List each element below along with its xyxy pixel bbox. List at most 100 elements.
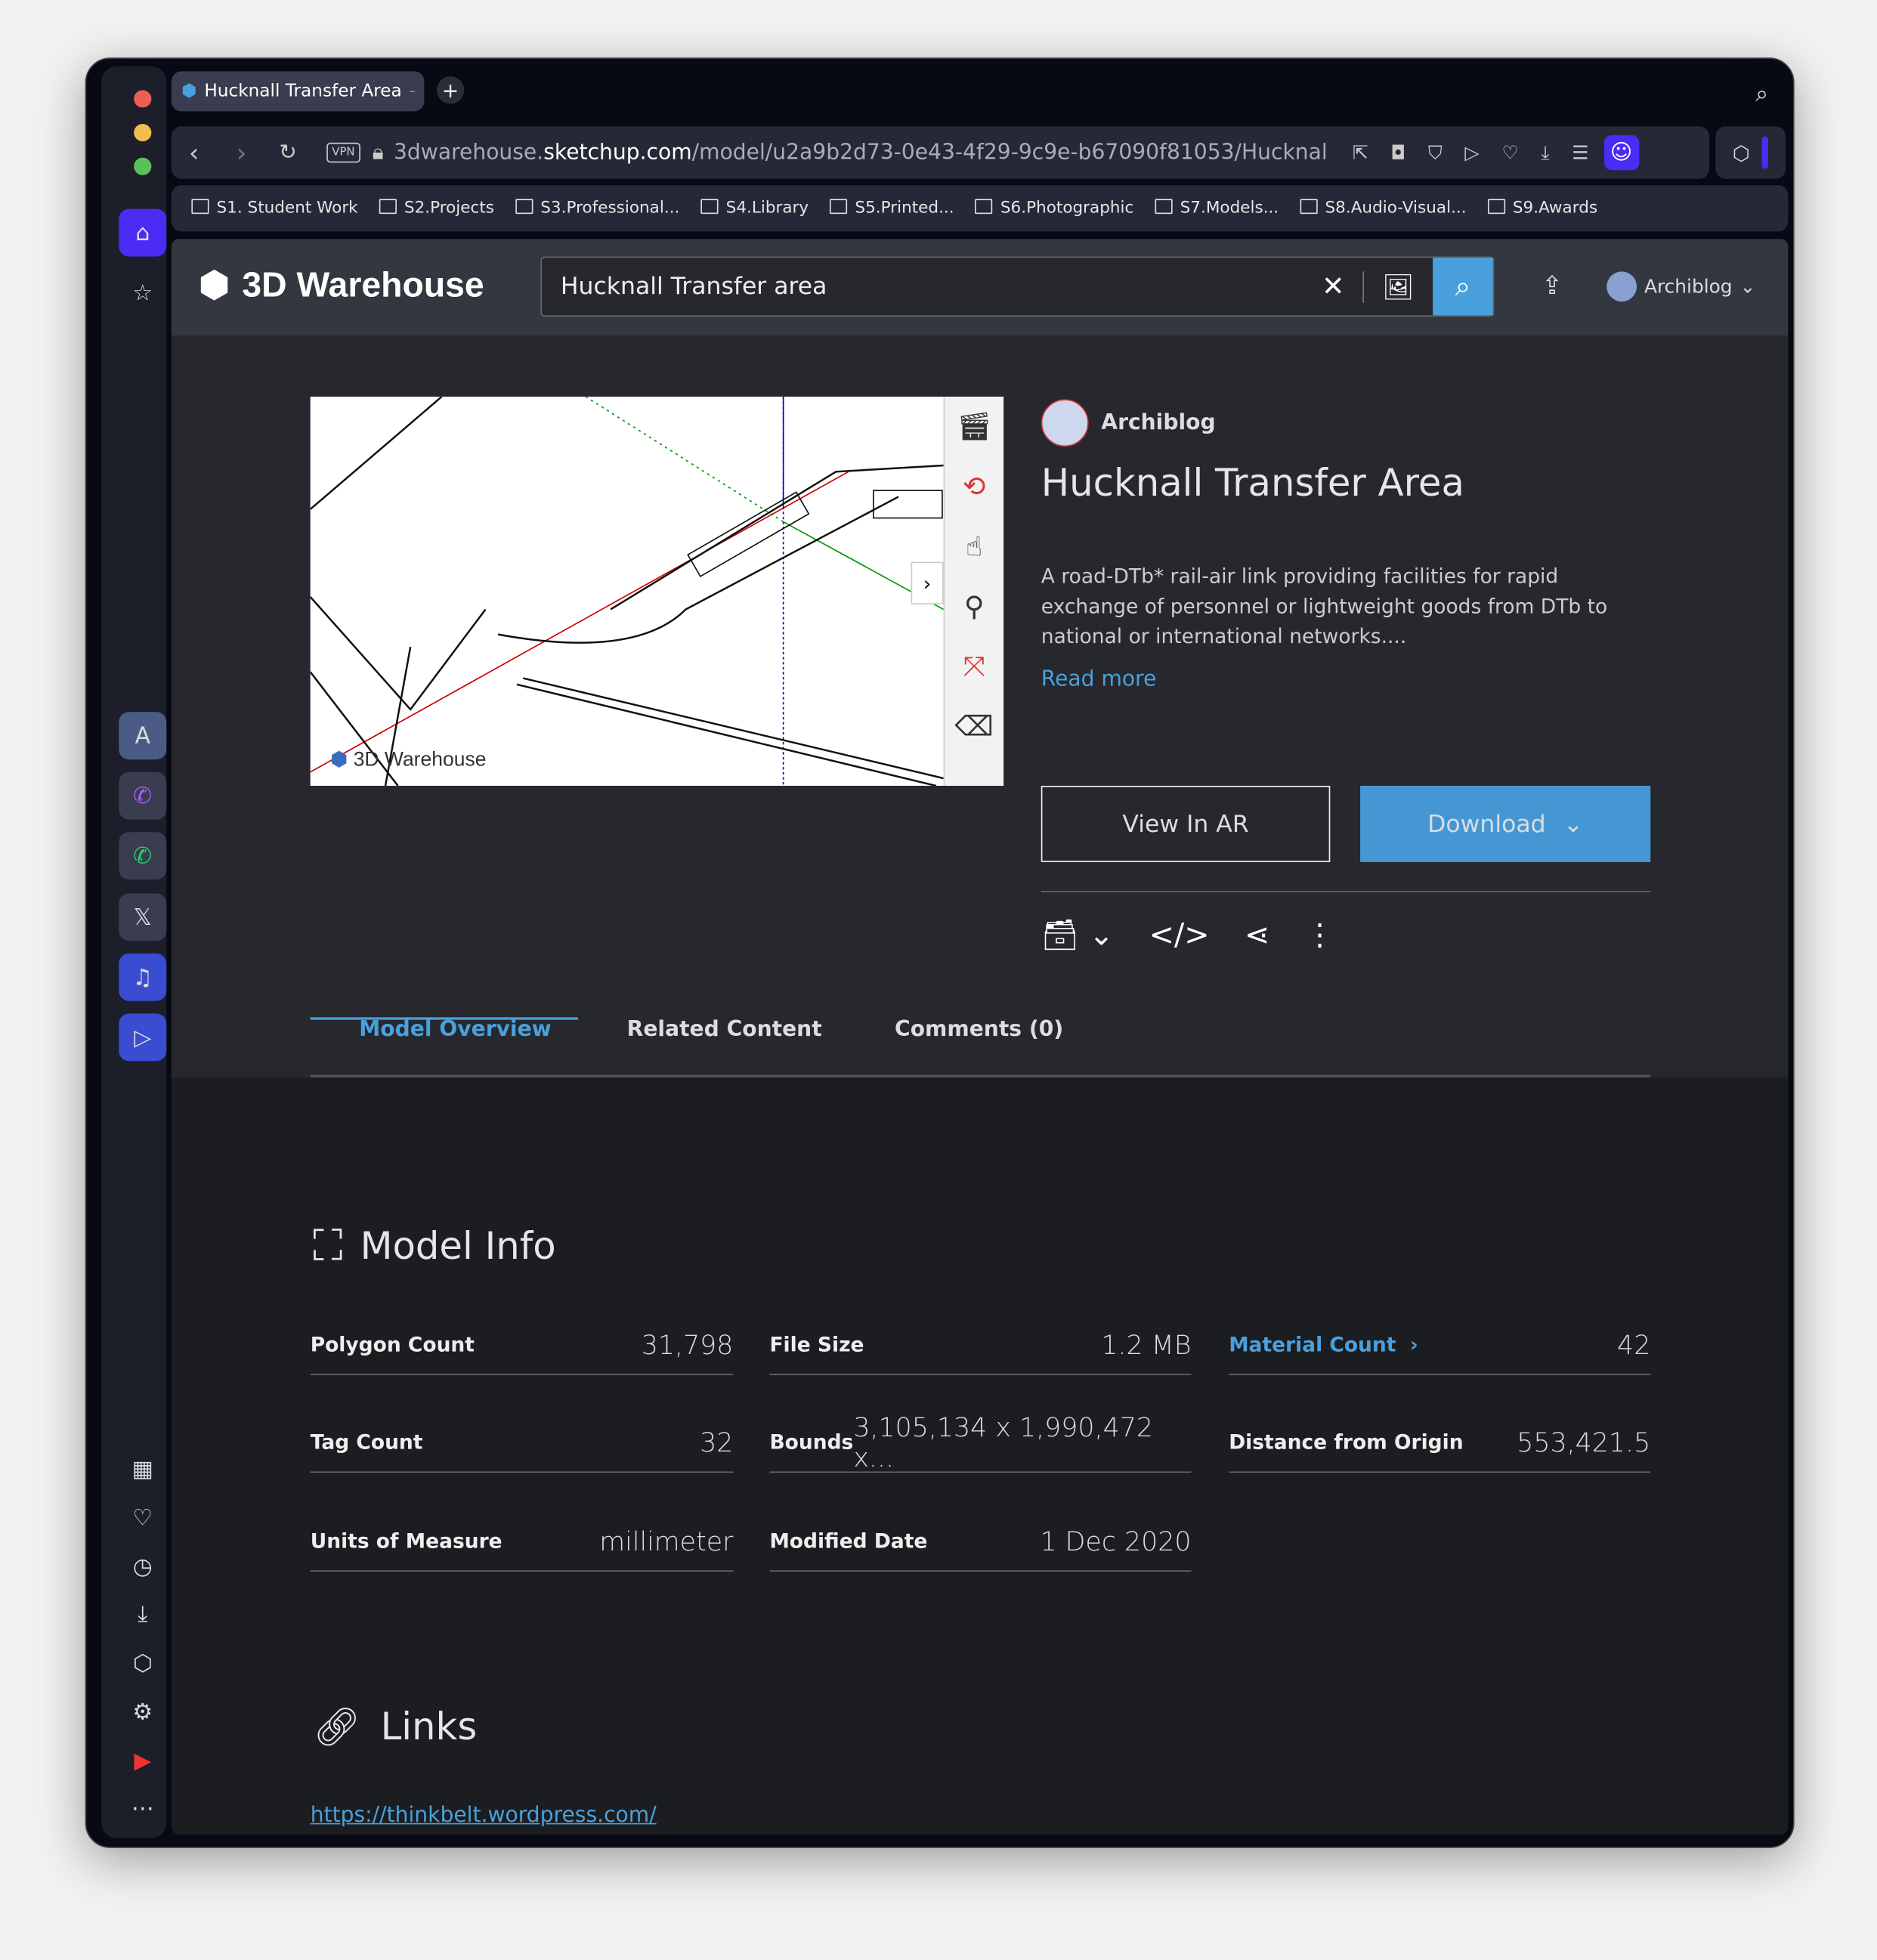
download-icon[interactable]: ⤓ [1541, 141, 1549, 164]
headphones-icon[interactable]: ♫ [119, 953, 167, 1001]
menu-icon[interactable]: ☰ [1572, 141, 1588, 164]
bookmark-folder[interactable]: S3.Professional... [515, 199, 679, 218]
bookmark-folder[interactable]: S2.Projects [379, 199, 494, 218]
close-window-button[interactable] [134, 90, 152, 108]
url-text[interactable]: 3dwarehouse.sketchup.com/model/u2a9b2d73… [394, 140, 1328, 165]
material-count-link[interactable]: Material Count › [1229, 1333, 1418, 1356]
download-icon[interactable]: ⤓ [119, 1591, 166, 1638]
search-button[interactable]: ⌕ [1433, 258, 1493, 316]
bookmark-folder[interactable]: S5.Printed... [830, 199, 954, 218]
more-options-icon[interactable]: ⋮ [1305, 917, 1335, 952]
warehouse-watermark: ⬢ 3D Warehouse [330, 749, 487, 771]
author-avatar [1041, 399, 1089, 447]
viewer-toolbar: 🎬︎ ⟲ ☝ ⚲ ⤧ ⌫ [943, 396, 1004, 786]
browser-window: ⌂ ☆ A ✆ ✆ 𝕏 ♫ ▷ ▦ ♡ ◷ ⤓ ⬡ ⚙ ▶ ⋯ ⬢ Hucknal… [85, 57, 1795, 1848]
bookmark-folder[interactable]: S6.Photographic [976, 199, 1133, 218]
cube-extension-icon[interactable]: ⬡ [1733, 141, 1750, 164]
orbit-icon[interactable]: ⟲ [945, 456, 1003, 516]
next-image-button[interactable]: › [911, 561, 944, 604]
address-bar[interactable]: ‹ › ↻ VPN 🔒︎ 3dwarehouse.sketchup.com/mo… [171, 126, 1710, 179]
web-page: ⬢3D Warehouse ✕ 🖼︎ ⌕ ⇪ Archiblog⌄ ⬢ 3 [171, 239, 1789, 1835]
heart-icon[interactable]: ♡ [1501, 141, 1518, 164]
bounding-box-icon: ⛶ [313, 1221, 343, 1272]
eraser-icon[interactable]: ⌫ [945, 697, 1003, 756]
camera-icon[interactable]: ◘ [1390, 141, 1405, 164]
back-icon[interactable]: ‹ [189, 138, 199, 168]
avatar [1606, 271, 1637, 302]
download-button[interactable]: Download ⌄ [1360, 785, 1651, 862]
info-label: Modified Date [769, 1529, 928, 1553]
bookmark-folder[interactable]: S1. Student Work [191, 199, 357, 218]
info-label: Polygon Count [310, 1332, 475, 1357]
heart-icon[interactable]: ♡ [119, 1494, 166, 1541]
settings-icon[interactable]: ⚙ [119, 1688, 166, 1736]
external-link[interactable]: https://thinkbelt.wordpress.com/ [311, 1803, 734, 1834]
whatsapp-icon[interactable]: ✆ [119, 832, 167, 880]
cube-icon[interactable]: ⬡ [119, 1639, 166, 1686]
history-icon[interactable]: ◷ [119, 1543, 166, 1591]
modified-date: 1 Dec 2020 [1040, 1526, 1192, 1557]
user-menu[interactable]: Archiblog ⌄ [1606, 271, 1755, 302]
profile-icon[interactable]: ☺ [1603, 134, 1639, 171]
tab-model-overview[interactable]: Model Overview [359, 1017, 551, 1042]
distance-from-origin: 553,421.5 [1517, 1427, 1651, 1458]
forward-icon[interactable]: › [237, 138, 246, 168]
bookmark-folder[interactable]: S7.Models... [1155, 199, 1279, 218]
info-label: File Size [769, 1332, 864, 1357]
clear-search-icon[interactable]: ✕ [1304, 271, 1364, 302]
bookmark-folder[interactable]: S9.Awards [1488, 199, 1597, 218]
image-search-icon[interactable]: 🖼︎ [1363, 271, 1433, 301]
site-header: ⬢3D Warehouse ✕ 🖼︎ ⌕ ⇪ Archiblog⌄ [171, 239, 1789, 335]
home-icon[interactable]: ⌂ [119, 209, 167, 257]
maximize-window-button[interactable] [134, 157, 152, 175]
model-drawing [310, 396, 945, 786]
tab-comments[interactable]: Comments (0) [895, 1017, 1063, 1042]
reload-icon[interactable]: ↻ [279, 140, 297, 165]
video-icon[interactable]: ▶ [119, 1737, 166, 1785]
collection-icon[interactable]: 🗃︎ ⌄ [1041, 917, 1114, 952]
read-more-link[interactable]: Read more [1041, 667, 1157, 692]
share-icon[interactable]: ⋖ [1245, 917, 1269, 952]
view-in-ar-button[interactable]: View In AR [1041, 785, 1331, 862]
scenes-icon[interactable]: 🎬︎ [945, 397, 1003, 456]
author[interactable]: Archiblog [1041, 399, 1216, 447]
vpn-badge[interactable]: VPN [326, 142, 360, 163]
shield-icon[interactable]: ⛉ [1428, 141, 1443, 164]
share-page-icon[interactable]: ⇱ [1353, 141, 1368, 164]
pan-icon[interactable]: ☝ [945, 517, 1003, 577]
tab-related-content[interactable]: Related Content [627, 1017, 822, 1042]
grid-icon[interactable]: ▦ [119, 1445, 166, 1493]
content-tabs: Model Overview Related Content Comments … [310, 990, 1651, 1077]
model-info-heading: ⛶ Model Info [313, 1221, 556, 1272]
x-icon[interactable]: 𝕏 [119, 893, 167, 941]
site-logo[interactable]: ⬢ 3D Warehouse [199, 264, 484, 305]
bookmark-folder[interactable]: S4.Library [701, 199, 809, 218]
send-icon[interactable]: ▷ [1464, 141, 1479, 164]
tag-count: 32 [700, 1427, 734, 1458]
app-icon[interactable]: A [119, 712, 167, 760]
link-icon: 🔗︎ [313, 1705, 361, 1750]
extension-area: ⬡ [1715, 126, 1786, 179]
model-preview[interactable]: ⬢ 3D Warehouse › 🎬︎ ⟲ ☝ ⚲ ⤧ ⌫ [310, 396, 1004, 786]
search-tabs-icon[interactable]: ⌕ [1755, 82, 1768, 108]
zoom-extents-icon[interactable]: ⤧ [945, 637, 1003, 697]
new-tab-button[interactable]: + [436, 76, 465, 104]
more-icon[interactable]: ⋯ [119, 1784, 166, 1832]
search-input[interactable] [542, 273, 1304, 301]
warehouse-logo-icon: ⬢ [199, 265, 230, 305]
messenger-icon[interactable]: ✆ [119, 771, 167, 820]
warehouse-favicon-icon: ⬢ [181, 81, 197, 102]
upload-icon[interactable]: ⇪ [1541, 271, 1563, 301]
browser-tab[interactable]: ⬢ Hucknall Transfer Area - [171, 71, 425, 112]
zoom-icon[interactable]: ⚲ [945, 577, 1003, 636]
info-label: Units of Measure [310, 1529, 502, 1553]
material-count: 42 [1616, 1329, 1651, 1360]
star-icon[interactable]: ☆ [119, 269, 166, 317]
sidebar-toggle[interactable] [1762, 136, 1769, 169]
search-box: ✕ 🖼︎ ⌕ [540, 256, 1495, 317]
embed-code-icon[interactable]: </> [1149, 917, 1210, 952]
info-label: Distance from Origin [1229, 1430, 1464, 1455]
minimize-window-button[interactable] [134, 123, 152, 142]
bookmark-folder[interactable]: S8.Audio-Visual... [1300, 199, 1466, 218]
play-icon[interactable]: ▷ [119, 1013, 167, 1062]
